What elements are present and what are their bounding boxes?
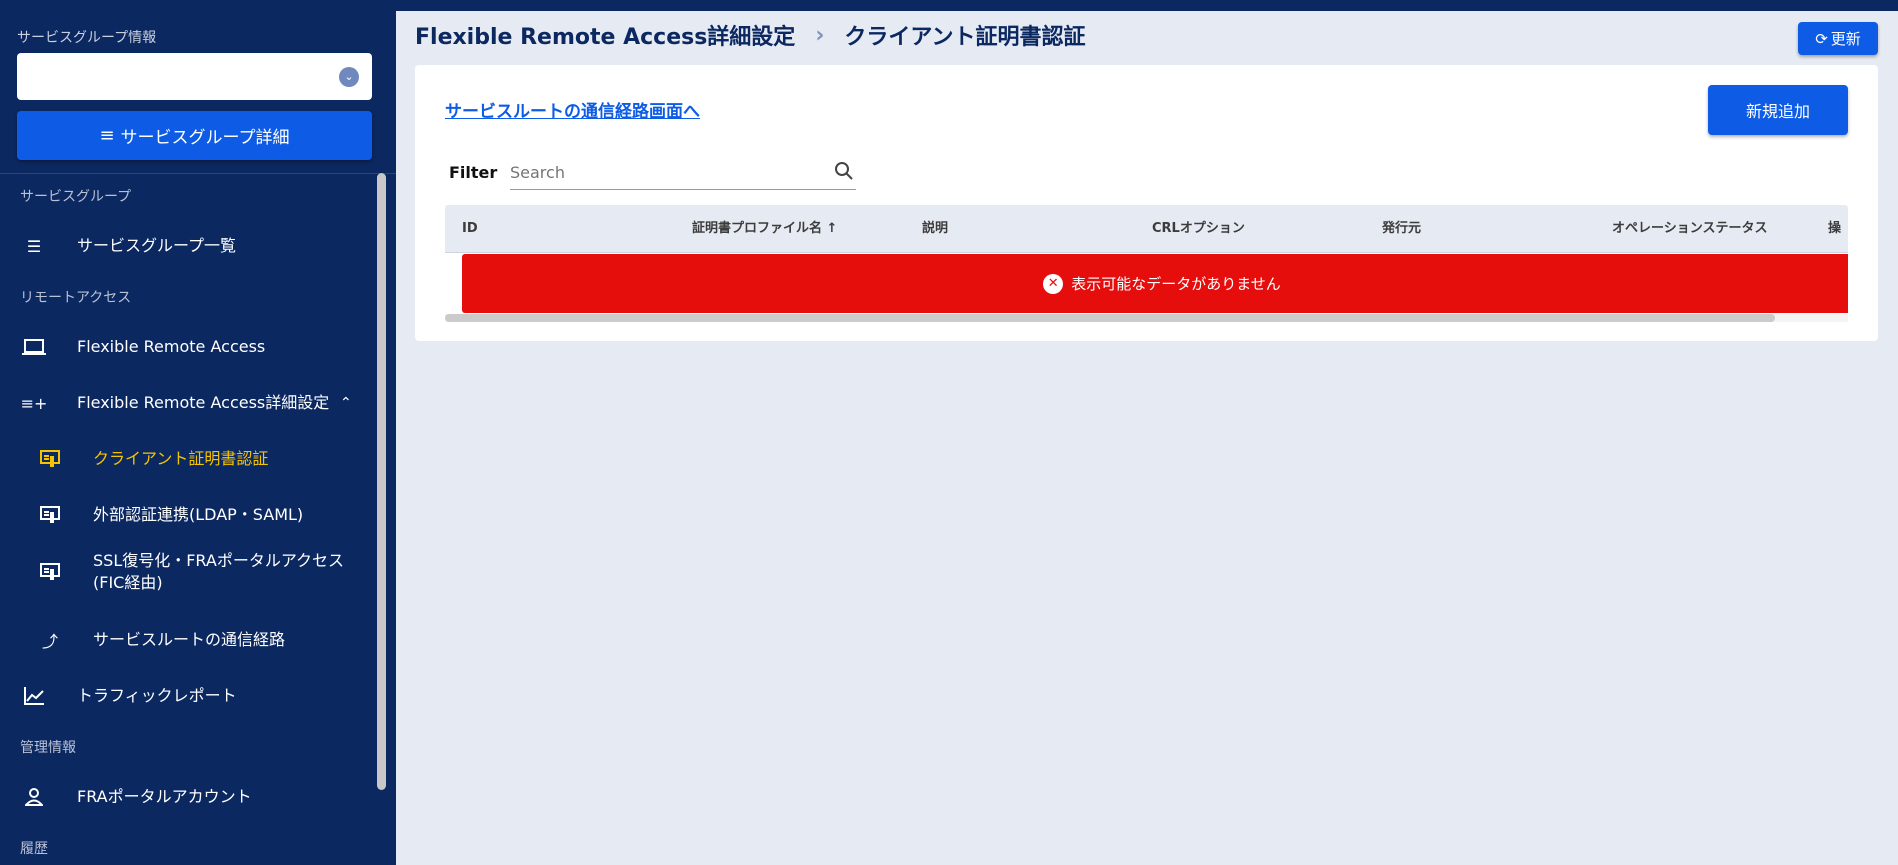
- turn-up-icon: ⤴: [41, 632, 58, 651]
- chevron-up-icon[interactable]: ⌃: [340, 395, 352, 411]
- item-label: サービスグループ一覧: [77, 236, 237, 255]
- sidebar-item-fra-detail[interactable]: ≡+ Flexible Remote Access詳細設定 ⌃: [0, 381, 370, 425]
- content-card: サービスルートの通信経路画面へ 新規追加 Filter ID 証明書プロファイル…: [415, 65, 1878, 341]
- refresh-label: 更新: [1830, 30, 1861, 48]
- add-new-button[interactable]: 新規追加: [1708, 85, 1848, 135]
- section-service-group: サービスグループ: [20, 189, 132, 205]
- playlist-add-icon: ≡+: [20, 393, 48, 413]
- sidebar-item-fra-portal-account[interactable]: FRAポータルアカウント: [0, 775, 370, 819]
- service-group-info-label: サービスグループ情報: [17, 30, 157, 46]
- empty-message: 表示可能なデータがありません: [1071, 275, 1281, 293]
- column-description[interactable]: 説明: [922, 205, 948, 253]
- horizontal-scrollbar[interactable]: [445, 314, 1848, 322]
- breadcrumb-parent[interactable]: Flexible Remote Access詳細設定: [415, 19, 795, 51]
- error-circle-icon: ✕: [1043, 273, 1064, 294]
- list-icon: ☰: [26, 236, 42, 256]
- service-group-select[interactable]: ⌄: [17, 53, 372, 100]
- chart-line-icon: [22, 684, 46, 708]
- laptop-icon: [22, 335, 46, 359]
- sidebar-item-service-route[interactable]: ⤴ サービスルートの通信経路: [0, 618, 370, 662]
- sidebar-item-service-group-list[interactable]: ☰ サービスグループ一覧: [0, 224, 370, 268]
- sidebar: サービスグループ情報 ⌄ ≡ サービスグループ詳細 サービスグループ ☰ サービスグ…: [0, 0, 396, 865]
- section-history: 履歴: [20, 841, 48, 857]
- detail-button-label: サービスグループ詳細: [120, 128, 290, 148]
- certificate-icon: [38, 560, 62, 584]
- item-label: サービスルートの通信経路: [93, 630, 286, 649]
- top-bar: [396, 0, 1898, 11]
- breadcrumb-separator-icon: ›: [815, 22, 825, 48]
- search-icon[interactable]: [834, 161, 854, 185]
- sidebar-scrollbar[interactable]: [377, 173, 386, 790]
- column-operation-status[interactable]: オペレーションステータス: [1612, 205, 1767, 253]
- service-route-link[interactable]: サービスルートの通信経路画面へ: [445, 97, 700, 122]
- sidebar-item-external-auth[interactable]: 外部認証連携(LDAP・SAML): [0, 493, 370, 537]
- empty-data-alert: ✕ 表示可能なデータがありません: [462, 254, 1848, 313]
- user-icon: [22, 785, 46, 809]
- column-actions[interactable]: 操: [1828, 205, 1841, 253]
- chevron-down-icon: ⌄: [339, 67, 359, 87]
- item-label: 外部認証連携(LDAP・SAML): [93, 505, 304, 524]
- column-cert-profile-name[interactable]: 証明書プロファイル名 ↑: [692, 205, 837, 253]
- item-label: FRAポータルアカウント: [77, 787, 252, 806]
- column-id[interactable]: ID: [462, 205, 478, 253]
- search-input[interactable]: [510, 155, 810, 189]
- filter-label: Filter: [449, 163, 498, 182]
- sidebar-item-fra[interactable]: Flexible Remote Access: [0, 325, 370, 369]
- scrollbar-thumb[interactable]: [445, 314, 1775, 322]
- certificate-icon: [38, 447, 62, 471]
- divider: [0, 173, 396, 174]
- service-group-detail-button[interactable]: ≡ サービスグループ詳細: [17, 111, 372, 160]
- column-crl-option[interactable]: CRLオプション: [1152, 205, 1245, 253]
- certificate-icon: [38, 503, 62, 527]
- item-label: クライアント証明書認証: [93, 449, 269, 468]
- data-table: ID 証明書プロファイル名 ↑ 説明 CRLオプション 発行元 オペレーションス…: [445, 205, 1848, 323]
- section-management: 管理情報: [20, 740, 76, 756]
- sidebar-item-ssl[interactable]: SSL復号化・FRAポータルアクセス(FIC経由): [0, 548, 370, 596]
- item-label: SSL復号化・FRAポータルアクセス(FIC経由): [93, 551, 345, 592]
- sidebar-item-client-cert[interactable]: クライアント証明書認証: [0, 437, 370, 481]
- table-header: ID 証明書プロファイル名 ↑ 説明 CRLオプション 発行元 オペレーションス…: [445, 205, 1848, 253]
- refresh-icon: ⟳: [1815, 29, 1828, 48]
- item-label: トラフィックレポート: [77, 686, 237, 705]
- search-field[interactable]: [510, 155, 856, 190]
- item-label: Flexible Remote Access詳細設定: [77, 393, 330, 412]
- column-issuer[interactable]: 発行元: [1382, 205, 1421, 253]
- refresh-button[interactable]: ⟳ 更新: [1798, 22, 1878, 55]
- breadcrumb: Flexible Remote Access詳細設定 › クライアント証明書認証: [415, 19, 1086, 51]
- menu-lines-icon: ≡: [99, 125, 115, 146]
- page-title: クライアント証明書認証: [844, 25, 1086, 50]
- item-label: Flexible Remote Access: [77, 337, 266, 356]
- section-remote-access: リモートアクセス: [20, 290, 132, 306]
- sidebar-item-traffic-report[interactable]: トラフィックレポート: [0, 674, 370, 718]
